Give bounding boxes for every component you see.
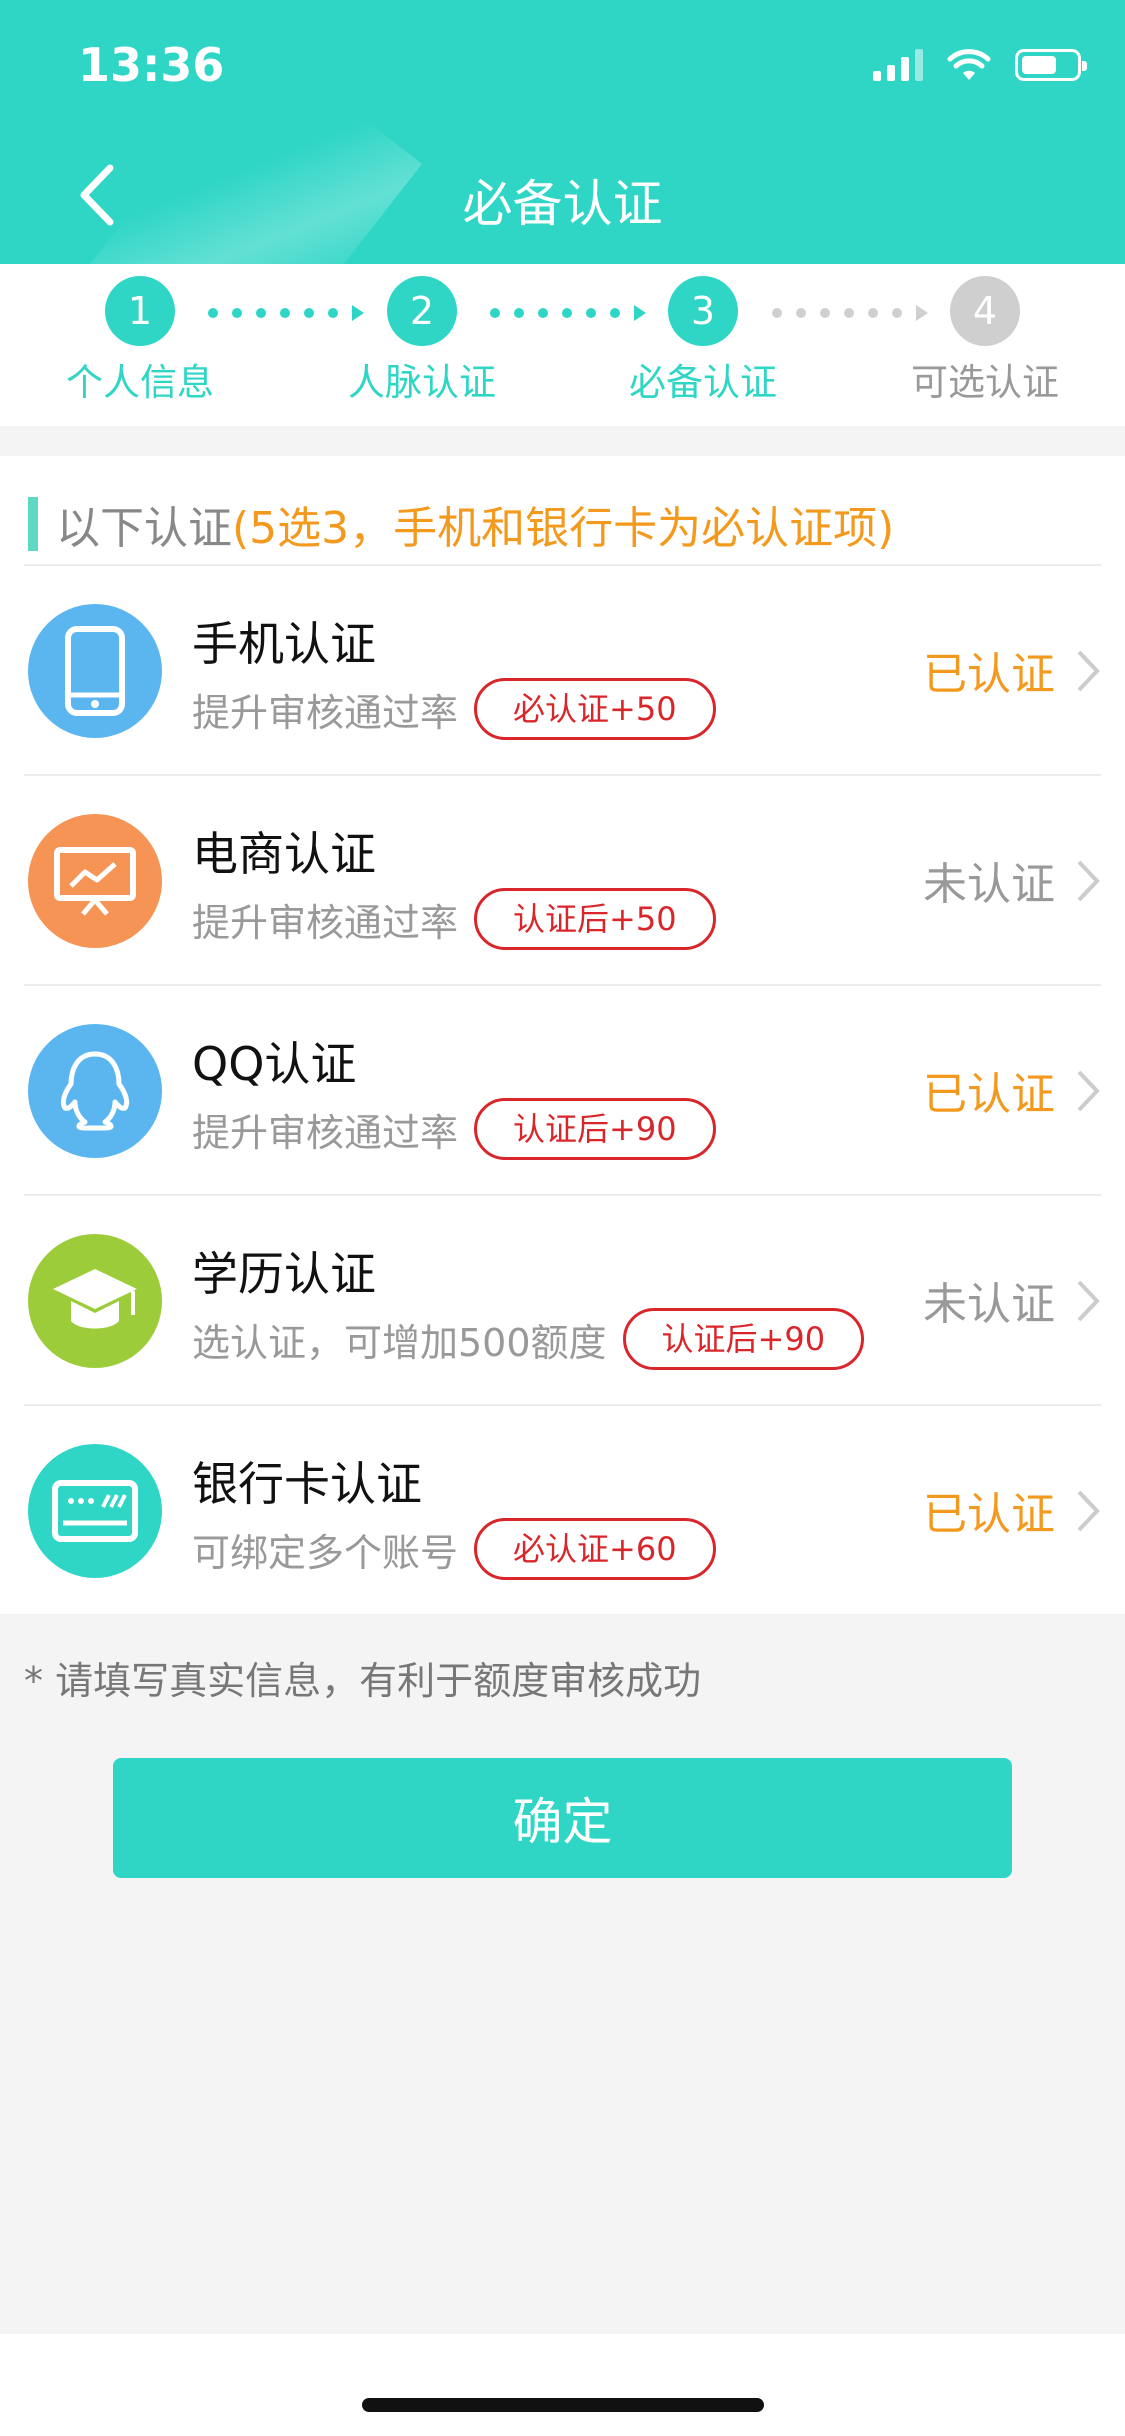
home-indicator[interactable] <box>362 2398 764 2412</box>
chevron-right-icon <box>1077 1070 1100 1112</box>
status-label: 已认证 <box>923 649 1055 700</box>
graduation-cap-icon <box>28 1234 162 1368</box>
cellular-signal-icon <box>873 49 923 81</box>
verification-list: 以下认证 (5选3，手机和银行卡为必认证项) 手机认证 提升审核通过率 必认证+… <box>0 456 1125 1614</box>
step-label: 可选认证 <box>911 361 1059 404</box>
step-label: 人脉认证 <box>348 361 496 404</box>
step-number: 2 <box>387 276 457 346</box>
status-label: 已认证 <box>923 1489 1055 1540</box>
status-label: 未认证 <box>923 859 1055 910</box>
qq-penguin-icon <box>28 1024 162 1158</box>
chevron-right-icon <box>1077 1280 1100 1322</box>
step-label: 必备认证 <box>629 361 777 404</box>
list-item-bank-card-verification[interactable]: 银行卡认证 可绑定多个账号 必认证+60 已认证 <box>0 1406 1125 1616</box>
status-time: 13:36 <box>78 38 225 92</box>
step-connections: 2 人脉认证 <box>302 276 542 406</box>
item-desc: 提升审核通过率 <box>192 1110 459 1155</box>
confirm-button[interactable]: 确定 <box>113 1758 1012 1878</box>
step-label: 个人信息 <box>66 361 214 404</box>
status-label: 已认证 <box>923 1069 1055 1120</box>
step-optional-verification: 4 可选认证 <box>865 276 1105 406</box>
score-badge: 认证后+90 <box>622 1308 865 1370</box>
item-desc: 选认证，可增加500额度 <box>192 1320 607 1365</box>
item-desc: 可绑定多个账号 <box>192 1530 459 1575</box>
step-personal-info: 1 个人信息 <box>20 276 260 406</box>
item-subtitle: 提升审核通过率 认证后+90 <box>192 1098 716 1160</box>
score-badge: 必认证+60 <box>474 1518 716 1580</box>
item-title: 银行卡认证 <box>192 1457 422 1511</box>
score-badge: 认证后+50 <box>474 888 716 950</box>
battery-icon <box>1015 49 1087 81</box>
list-item-phone-verification[interactable]: 手机认证 提升审核通过率 必认证+50 已认证 <box>0 566 1125 776</box>
hint-row: 以下认证 (5选3，手机和银行卡为必认证项) <box>28 492 894 556</box>
list-item-ecommerce-verification[interactable]: 电商认证 提升审核通过率 认证后+50 未认证 <box>0 776 1125 986</box>
wifi-icon <box>947 49 991 80</box>
chevron-right-icon <box>1077 650 1100 692</box>
chevron-right-icon <box>1077 1490 1100 1532</box>
list-item-qq-verification[interactable]: QQ认证 提升审核通过率 认证后+90 已认证 <box>0 986 1125 1196</box>
score-badge: 认证后+90 <box>474 1098 716 1160</box>
item-subtitle: 选认证，可增加500额度 认证后+90 <box>192 1308 865 1370</box>
hint-accent-bar <box>28 497 38 551</box>
bank-card-icon <box>28 1444 162 1578</box>
item-desc: 提升审核通过率 <box>192 900 459 945</box>
item-subtitle: 提升审核通过率 必认证+50 <box>192 678 716 740</box>
item-title: QQ认证 <box>192 1037 357 1091</box>
item-title: 学历认证 <box>192 1247 376 1301</box>
status-icons <box>873 48 1087 82</box>
item-subtitle: 提升审核通过率 认证后+50 <box>192 888 716 950</box>
progress-stepper: 1 个人信息 2 人脉认证 3 必备认证 4 可选认证 <box>0 264 1125 426</box>
step-number: 1 <box>105 276 175 346</box>
score-badge: 必认证+50 <box>474 678 716 740</box>
ecommerce-screen-icon <box>28 814 162 948</box>
phone-icon <box>28 604 162 738</box>
item-subtitle: 可绑定多个账号 必认证+60 <box>192 1518 716 1580</box>
step-required-verification: 3 必备认证 <box>583 276 823 406</box>
step-number: 4 <box>950 276 1020 346</box>
chevron-right-icon <box>1077 860 1100 902</box>
hint-highlight: (5选3，手机和银行卡为必认证项) <box>232 503 895 554</box>
header-bar: 13:36 必备认证 <box>0 0 1125 264</box>
step-number: 3 <box>668 276 738 346</box>
hint-prefix: 以下认证 <box>56 503 232 554</box>
item-desc: 提升审核通过率 <box>192 690 459 735</box>
item-title: 手机认证 <box>192 617 376 671</box>
page-title: 必备认证 <box>462 175 663 233</box>
list-item-education-verification[interactable]: 学历认证 选认证，可增加500额度 认证后+90 未认证 <box>0 1196 1125 1406</box>
info-note: * 请填写真实信息，有利于额度审核成功 <box>24 1659 702 1703</box>
status-label: 未认证 <box>923 1279 1055 1330</box>
item-title: 电商认证 <box>192 827 376 881</box>
home-indicator-area <box>0 2334 1125 2436</box>
